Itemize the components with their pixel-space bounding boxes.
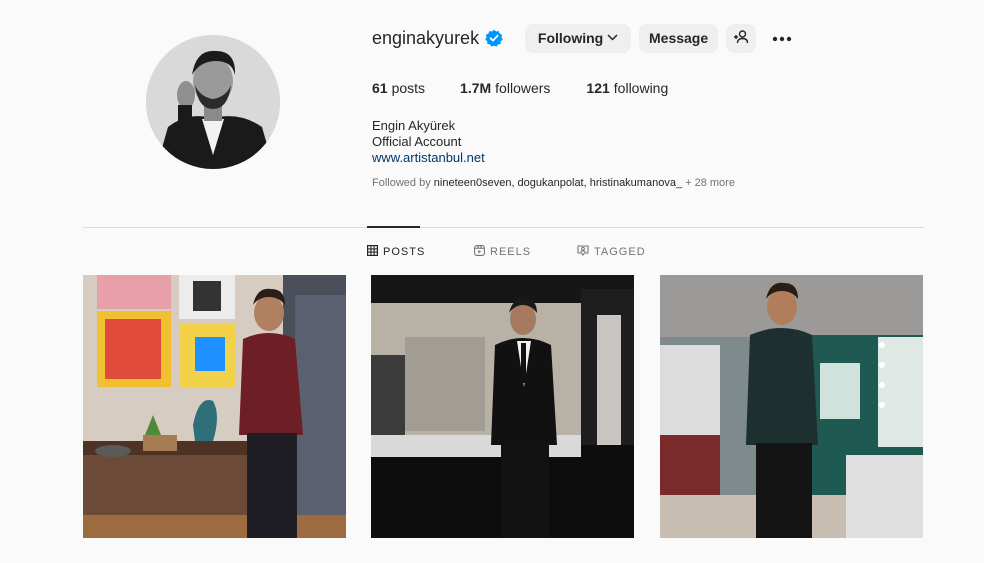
more-options-icon — [772, 29, 792, 47]
post-thumbnail[interactable] — [83, 275, 346, 538]
profile-full-name: Engin Akyürek — [372, 118, 456, 133]
posts-count-label: posts — [391, 80, 426, 96]
following-count-label: following — [613, 80, 669, 96]
profile-header: enginakyurek Following Message — [372, 23, 794, 53]
message-button-label: Message — [649, 30, 709, 46]
tab-tagged-label: TAGGED — [594, 246, 646, 258]
tab-reels-label: REELS — [490, 246, 532, 258]
profile-username[interactable]: enginakyurek — [372, 28, 479, 49]
followers-link[interactable]: 1.7M followers — [460, 80, 550, 96]
following-link[interactable]: 121 following — [586, 80, 668, 96]
profile-bio: Engin Akyürek Official Account www.artis… — [372, 118, 485, 166]
verified-badge-icon — [485, 29, 503, 47]
add-user-icon — [733, 29, 749, 48]
profile-category: Official Account — [372, 134, 462, 149]
chevron-down-icon — [607, 32, 618, 44]
reels-icon — [474, 245, 485, 259]
followers-count-label: followers — [495, 80, 551, 96]
followed-by[interactable]: Followed by nineteen0seven, dogukanpolat… — [372, 177, 735, 189]
following-button-label: Following — [537, 30, 604, 46]
following-button[interactable]: Following — [525, 23, 632, 53]
active-tab-indicator — [367, 226, 420, 228]
posts-count-value: 61 — [372, 80, 388, 96]
tabs-divider — [83, 227, 924, 228]
followed-by-prefix: Followed by — [372, 177, 431, 189]
tab-reels[interactable]: REELS — [474, 245, 531, 259]
more-options-button[interactable] — [770, 26, 794, 50]
post-thumbnail[interactable] — [371, 275, 634, 538]
profile-website-link[interactable]: www.artistanbul.net — [372, 150, 485, 165]
tab-tagged[interactable]: TAGGED — [577, 245, 646, 259]
tab-posts[interactable]: POSTS — [367, 245, 425, 259]
profile-stats: 61 posts 1.7M followers 121 following — [372, 80, 668, 96]
posts-count: 61 posts — [372, 80, 425, 96]
profile-page: enginakyurek Following Message 61 posts … — [0, 0, 984, 563]
followers-count-value: 1.7M — [460, 80, 492, 96]
message-button[interactable]: Message — [639, 23, 719, 53]
tagged-icon — [577, 245, 589, 259]
tab-posts-label: POSTS — [383, 246, 426, 258]
followed-by-names: nineteen0seven, dogukanpolat, hristinaku… — [433, 177, 683, 189]
following-count-value: 121 — [586, 80, 610, 96]
profile-tabs: POSTS REELS TAGGED — [0, 245, 984, 259]
profile-avatar[interactable] — [146, 35, 280, 169]
followed-by-more: + 28 more — [685, 177, 735, 189]
suggest-users-button[interactable] — [726, 23, 757, 53]
post-thumbnail[interactable] — [660, 275, 923, 538]
grid-icon — [367, 245, 379, 259]
